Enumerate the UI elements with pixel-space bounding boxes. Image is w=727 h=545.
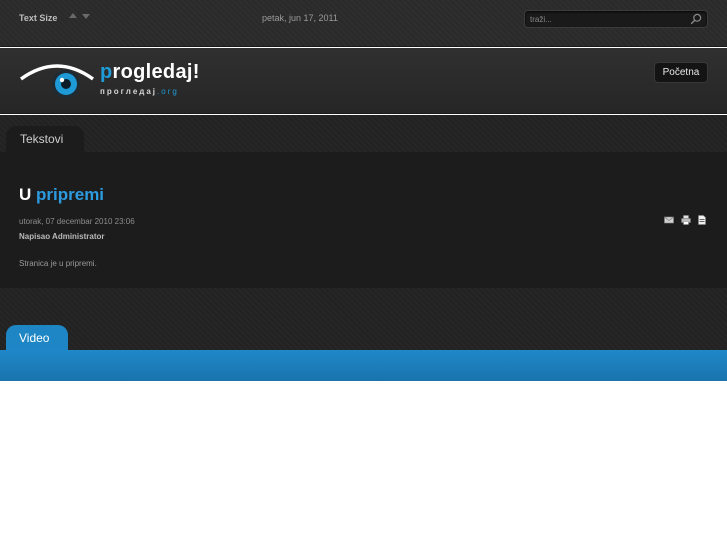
search-input[interactable] [530,13,680,26]
search-icon[interactable] [690,13,702,25]
article-date: utorak, 07 decembar 2010 23:06 [19,217,135,226]
current-date: petak, jun 17, 2011 [262,13,338,23]
eye-logo-icon [19,64,95,98]
text-size-label: Text Size [19,13,58,23]
section-band-bottom [0,288,727,352]
article-author: Napisao Administrator [19,232,105,241]
logo-title: progledaj! [100,61,200,83]
text-size-increase-icon[interactable] [69,13,77,18]
email-icon[interactable] [664,215,674,225]
logo-subtitle: проглeдaj.org [100,87,179,96]
home-button[interactable]: Početna [654,62,708,83]
tab-video[interactable]: Video [6,325,68,351]
tab-tekstovi[interactable]: Tekstovi [6,126,84,152]
article-body: Stranica je u pripremi. [19,259,97,268]
article-panel: U pripremi utorak, 07 decembar 2010 23:0… [0,152,727,288]
search-box[interactable] [524,10,708,28]
video-section-bar [0,350,727,381]
section-band-top [0,115,727,155]
article-title[interactable]: U pripremi [19,185,104,205]
site-header: progledaj! проглeдaj.org Početna [0,48,727,114]
site-logo[interactable]: progledaj! проглeдaj.org [19,59,204,103]
text-size-decrease-icon[interactable] [82,14,90,19]
print-icon[interactable] [681,215,691,225]
pdf-icon[interactable] [697,215,707,225]
top-bar: Text Size petak, jun 17, 2011 [0,0,727,47]
